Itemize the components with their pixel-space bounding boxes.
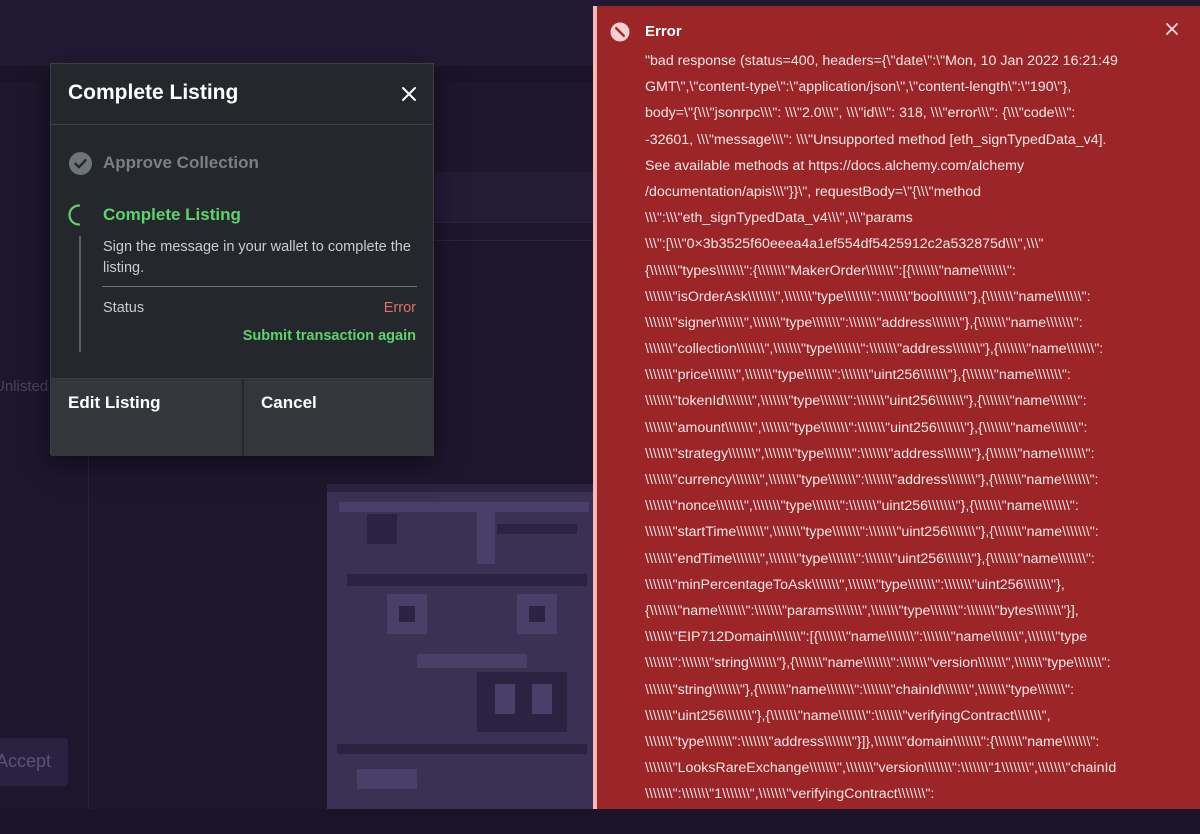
error-message-line: \\\\\\\"isOrderAsk\\\\\\\",\\\\\\\"type\… <box>645 288 1091 305</box>
step-progress-line <box>79 236 81 352</box>
modal-footer: Edit Listing Cancel <box>51 378 434 456</box>
error-message-line: \\\\\\\"type\\\\\\\":\\\\\\\"address\\\\… <box>645 733 1100 750</box>
error-message-line: \\\":[\\\"0×3b3525f60eeea4a1ef554df54259… <box>645 236 1044 253</box>
error-message: "bad response (status=400, headers={\"da… <box>645 48 1197 834</box>
error-message-line: \\\\\\\"currency\\\\\\\",\\\\\\\"type\\\… <box>645 472 1099 488</box>
error-message-line: \\\\\\\"strategy\\\\\\\",\\\\\\\"type\\\… <box>645 445 1095 462</box>
error-message-line: /documentation/apis\\\"}}\", requestBody… <box>645 183 982 200</box>
step-complete-listing: Complete Listing <box>103 205 241 224</box>
error-message-line: \\\\\\\"signer\\\\\\\",\\\\\\\"type\\\\\… <box>645 314 1083 331</box>
error-message-line: -32601, \\\"message\\\": \\\"Unsupported… <box>645 131 1107 148</box>
spinner-icon <box>67 203 91 227</box>
error-message-line: \\\\\\\"amount\\\\\\\",\\\\\\\"type\\\\\… <box>645 419 1088 436</box>
error-message-line: {\\\\\\\"types\\\\\\\":{\\\\\\\"MakerOrd… <box>645 262 1016 279</box>
error-message-line: \\\\\\\"string\\\\\\\"},{\\\\\\\"name\\\… <box>645 681 1075 698</box>
no-entry-icon <box>610 22 630 42</box>
error-message-line: \\\\\\\"nonce\\\\\\\",\\\\\\\"type\\\\\\… <box>645 498 1079 515</box>
error-message-line: \\\\\\\"collection\\\\\\\",\\\\\\\"type\… <box>645 341 1104 358</box>
step-approve-collection: Approve Collection <box>103 153 259 172</box>
error-message-line: \\\\\\\"uint256\\\\\\\"},{\\\\\\\"name\\… <box>645 707 1051 724</box>
close-icon[interactable] <box>397 82 421 106</box>
cancel-button[interactable]: Cancel <box>244 379 434 456</box>
status-divider <box>102 286 417 287</box>
modal-title: Complete Listing <box>68 81 239 104</box>
error-message-line: \\\\\\\"LooksRareExchange\\\\\\\",\\\\\\… <box>645 760 1117 777</box>
modal-header: Complete Listing <box>51 64 433 125</box>
error-title: Error <box>645 23 682 40</box>
status-value: Error <box>383 300 416 316</box>
error-message-line: \\\\\\\"price\\\\\\\",\\\\\\\"type\\\\\\… <box>645 367 1071 384</box>
error-message-line: \\\\\\\"EIP712Domain\\\\\\\":[{\\\\\\\"n… <box>645 629 1088 646</box>
error-message-line: \\\\\\\"tokenId\\\\\\\",\\\\\\\"type\\\\… <box>645 393 1087 410</box>
background-accept-button[interactable]: Accept <box>0 738 68 786</box>
background-column-divider <box>88 455 89 809</box>
nft-artwork <box>327 484 597 809</box>
error-message-line: GMT\",\"content-type\":\"application/jso… <box>645 79 1072 96</box>
error-message-line: body=\"{\\\"jsonrpc\\\": \\\"2.0\\\", \\… <box>645 105 1076 122</box>
step-description: Sign the message in your wallet to compl… <box>103 239 411 276</box>
error-toast: Error "bad response (status=400, headers… <box>597 6 1200 809</box>
submit-again-link[interactable]: Submit transaction again <box>243 328 416 344</box>
error-message-line <box>645 807 1197 833</box>
complete-listing-modal: Complete Listing Approve Collection Comp… <box>50 63 434 456</box>
error-message-line: \\\\\\\":\\\\\\\"1\\\\\\\",\\\\\\\"verif… <box>645 786 935 803</box>
close-icon[interactable] <box>1162 19 1182 39</box>
error-message-line: \\\":\\\"eth_signTypedData_v4\\\",\\\"pa… <box>645 210 913 227</box>
error-message-line: \\\\\\\"endTime\\\\\\\",\\\\\\\"type\\\\… <box>645 550 1095 567</box>
error-message-line: \\\\\\\"minPercentageToAsk\\\\\\\",\\\\\… <box>645 576 1065 593</box>
status-label: Status <box>103 300 145 316</box>
edit-listing-button[interactable]: Edit Listing <box>51 379 243 456</box>
background-unlisted-text: Unlisted <box>0 378 49 395</box>
error-message-line: \\\\\\\":\\\\\\\"string\\\\\\\"},{\\\\\\… <box>645 655 1111 672</box>
error-message-line: "bad response (status=400, headers={\"da… <box>645 53 1118 69</box>
error-message-line: \\\\\\\"startTime\\\\\\\",\\\\\\\"type\\… <box>645 524 1099 541</box>
check-circle-icon <box>69 152 92 175</box>
error-message-line: See available methods at https://docs.al… <box>645 157 1025 174</box>
error-message-line: {\\\\\\\"name\\\\\\\":\\\\\\\"params\\\\… <box>645 602 1079 619</box>
